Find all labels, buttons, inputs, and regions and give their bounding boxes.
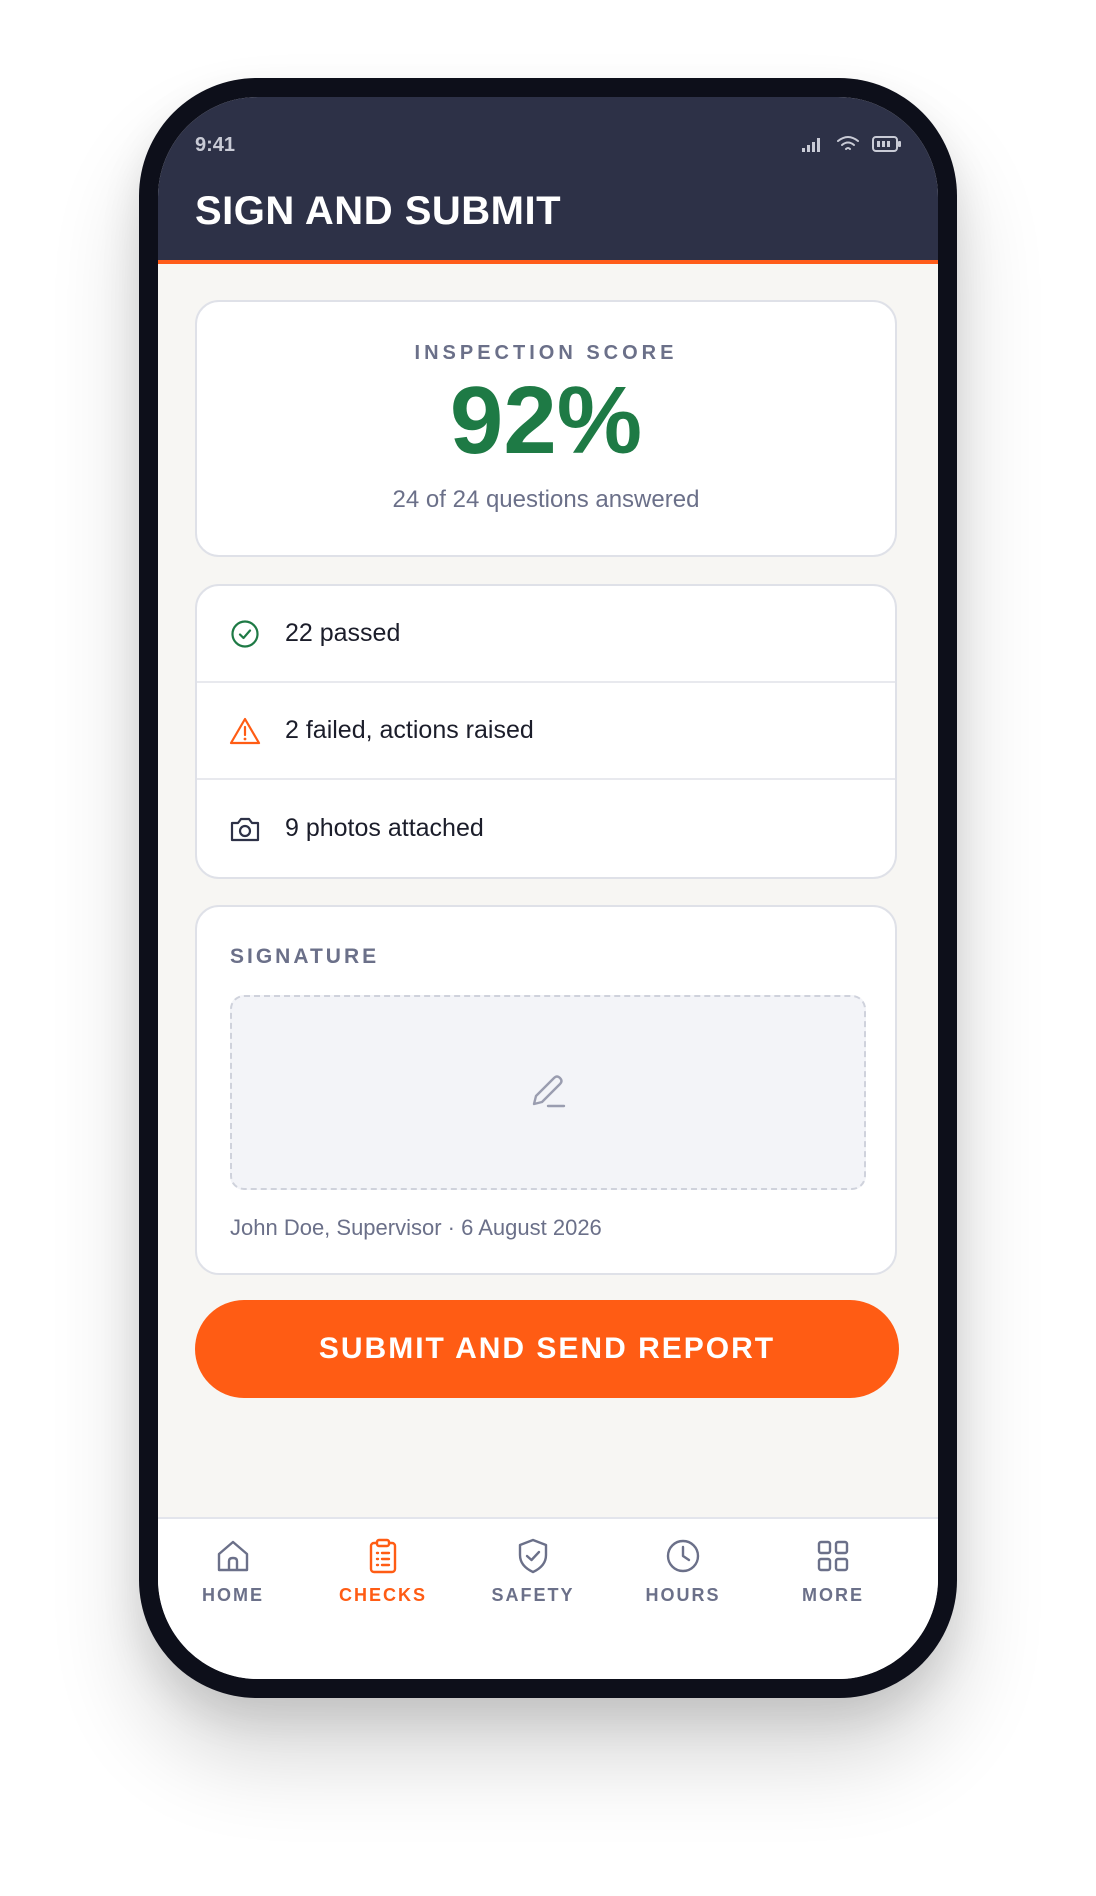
battery-icon [872, 135, 902, 153]
signature-caption: John Doe, Supervisor · 6 August 2026 [230, 1215, 602, 1240]
warning-triangle-icon [228, 714, 262, 748]
summary-text: 22 passed [285, 619, 401, 647]
tab-home[interactable]: HOME [158, 1537, 308, 1606]
app-header: 9:41 SIGN AND SUBMIT [158, 97, 938, 264]
tab-label: HOURS [645, 1585, 721, 1605]
camera-icon [228, 812, 262, 846]
score-subtitle: 24 of 24 questions answered [392, 485, 700, 513]
clock-icon [608, 1537, 758, 1575]
grid-icon [758, 1537, 908, 1575]
tab-label: CHECKS [338, 1585, 427, 1605]
submit-report-button[interactable]: SUBMIT AND SEND REPORT [195, 1300, 899, 1398]
summary-text: 2 failed, actions raised [285, 716, 534, 744]
tab-checks[interactable]: CHECKS [308, 1537, 458, 1606]
shield-check-icon [458, 1537, 608, 1575]
pen-icon [526, 1068, 570, 1117]
summary-text: 9 photos attached [285, 814, 484, 842]
signature-card: SIGNATURE John Doe, Supervisor · 6 Augus… [195, 905, 897, 1275]
tab-label: MORE [802, 1585, 864, 1605]
tab-more[interactable]: MORE [758, 1537, 908, 1606]
status-time: 9:41 [195, 134, 236, 156]
tab-safety[interactable]: SAFETY [458, 1537, 608, 1606]
summary-row-failed: 2 failed, actions raised [197, 683, 895, 780]
score-value: 92% [449, 367, 643, 474]
bottom-tab-bar: HOME CHECKS SAFETY HOURS MORE [158, 1517, 938, 1679]
status-icons [802, 135, 902, 153]
tab-hours[interactable]: HOURS [608, 1537, 758, 1606]
tab-label: HOME [202, 1585, 264, 1605]
summary-card: 22 passed 2 failed, actions raised 9 pho… [195, 584, 897, 879]
home-icon [158, 1537, 308, 1575]
signal-icon [802, 136, 824, 152]
signature-pad[interactable] [230, 995, 866, 1190]
summary-row-photos: 9 photos attached [197, 780, 895, 877]
score-card: INSPECTION SCORE 92% 24 of 24 questions … [195, 300, 897, 557]
check-circle-icon [228, 617, 262, 651]
page-title: SIGN AND SUBMIT [195, 189, 562, 233]
summary-row-passed: 22 passed [197, 586, 895, 683]
signature-label: SIGNATURE [230, 945, 380, 968]
wifi-icon [836, 135, 860, 153]
tab-label: SAFETY [491, 1585, 575, 1605]
app-screen: 9:41 SIGN AND SUBMIT INSPECTION SCORE 92… [158, 97, 938, 1679]
phone-frame: 9:41 SIGN AND SUBMIT INSPECTION SCORE 92… [139, 78, 957, 1698]
clipboard-icon [308, 1537, 458, 1575]
score-label: INSPECTION SCORE [414, 342, 678, 364]
